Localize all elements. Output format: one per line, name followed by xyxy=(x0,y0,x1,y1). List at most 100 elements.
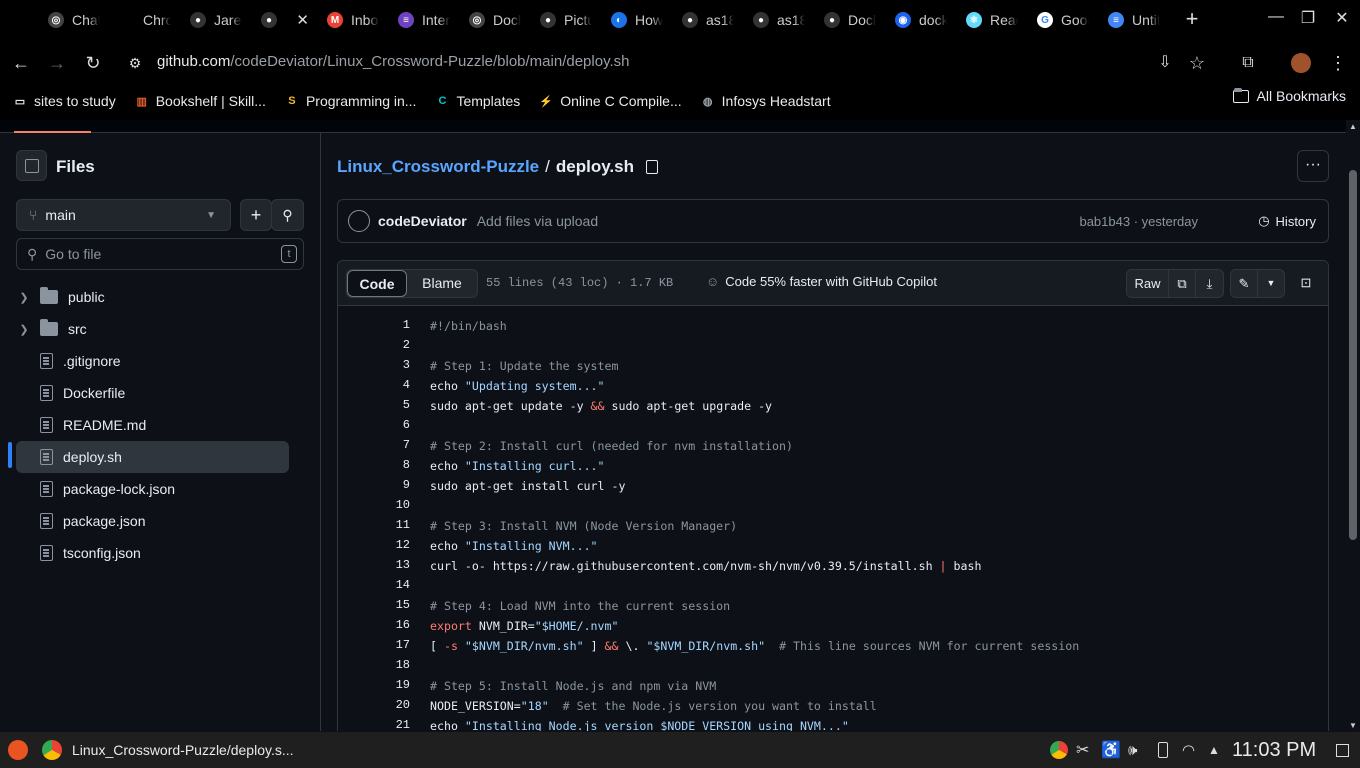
browser-tab[interactable]: ⚛ React xyxy=(956,0,1027,40)
browser-tab[interactable]: Chrome xyxy=(109,0,180,40)
address-bar[interactable]: github.com/codeDeviator/Linux_Crossword-… xyxy=(157,53,629,70)
browser-tab[interactable]: G Google xyxy=(1027,0,1098,40)
browser-tab[interactable]: ● Docker xyxy=(814,0,885,40)
line-number[interactable]: 1 xyxy=(338,318,410,332)
line-number[interactable]: 20 xyxy=(338,698,410,712)
line-number[interactable]: 9 xyxy=(338,478,410,492)
tree-file[interactable]: README.md xyxy=(16,409,289,441)
tray-chrome-icon[interactable] xyxy=(1050,741,1068,759)
bookmark-item[interactable]: C Templates xyxy=(434,93,520,109)
scroll-down-arrow[interactable]: ▼ xyxy=(1349,721,1357,730)
line-number[interactable]: 3 xyxy=(338,358,410,372)
all-bookmarks-button[interactable]: All Bookmarks xyxy=(1232,87,1346,104)
forward-icon[interactable]: → xyxy=(44,50,70,76)
line-number[interactable]: 2 xyxy=(338,338,410,352)
download-icon[interactable]: ⤓ xyxy=(1196,270,1223,297)
battery-icon[interactable] xyxy=(1158,742,1168,758)
extensions-icon[interactable]: ⧉ xyxy=(1235,50,1261,76)
search-button[interactable]: ⚲ xyxy=(271,199,304,231)
taskbar-window-title[interactable]: Linux_Crossword-Puzzle/deploy.s... xyxy=(72,742,294,758)
screenshot-tool-icon[interactable]: ✂ xyxy=(1076,740,1089,760)
repo-link[interactable]: Linux_Crossword-Puzzle xyxy=(337,157,539,177)
browser-tab[interactable]: ◉ docker xyxy=(885,0,956,40)
browser-tab[interactable]: ≡ Internshala xyxy=(388,0,459,40)
line-number[interactable]: 13 xyxy=(338,558,410,572)
commit-author[interactable]: codeDeviator xyxy=(378,213,467,229)
copy-path-icon[interactable] xyxy=(645,160,658,174)
page-scrollbar[interactable]: ▲ ▼ xyxy=(1346,120,1360,732)
site-info-icon[interactable]: ⚙ xyxy=(122,50,148,76)
install-app-icon[interactable]: ⇩ xyxy=(1152,50,1178,76)
browser-tab[interactable]: ● as18 xyxy=(672,0,743,40)
history-button[interactable]: ◷ History xyxy=(1258,213,1316,229)
tab-code[interactable]: Code xyxy=(347,270,407,297)
back-icon[interactable]: ← xyxy=(8,50,34,76)
chrome-taskbar-icon[interactable] xyxy=(42,740,62,760)
reload-icon[interactable]: ↻ xyxy=(80,50,106,76)
accessibility-icon[interactable]: ♿ xyxy=(1101,740,1121,760)
bookmark-item[interactable]: ▭ sites to study xyxy=(12,93,116,109)
bookmark-item[interactable]: ⚡ Online C Compile... xyxy=(538,93,681,109)
scrollbar-thumb[interactable] xyxy=(1349,170,1357,540)
tree-folder[interactable]: ❯ public xyxy=(16,281,289,313)
bookmark-item[interactable]: S Programming in... xyxy=(284,93,416,109)
tree-file[interactable]: tsconfig.json xyxy=(16,537,289,569)
close-tab-icon[interactable]: ✕ xyxy=(296,11,309,29)
chevron-right-icon[interactable]: ❯ xyxy=(16,291,32,304)
go-to-file-input[interactable]: ⚲ Go to file t xyxy=(16,238,304,270)
line-number[interactable]: 14 xyxy=(338,578,410,592)
line-number[interactable]: 5 xyxy=(338,398,410,412)
bookmark-item[interactable]: ▥ Bookshelf | Skill... xyxy=(134,93,266,109)
edit-dropdown-icon[interactable]: ▼ xyxy=(1258,270,1284,297)
branch-selector[interactable]: ⑂ main ▼ xyxy=(16,199,231,231)
close-window-button[interactable]: ✕ xyxy=(1330,8,1354,32)
browser-tab[interactable]: ◎ ChatGPT xyxy=(38,0,109,40)
copy-icon[interactable]: ⧉ xyxy=(1169,270,1196,297)
scroll-up-arrow[interactable]: ▲ xyxy=(1349,122,1357,131)
commit-message[interactable]: Add files via upload xyxy=(477,213,598,229)
tree-file[interactable]: deploy.sh xyxy=(16,441,289,473)
tree-file[interactable]: .gitignore xyxy=(16,345,289,377)
browser-tab[interactable]: ◐ How xyxy=(601,0,672,40)
line-number[interactable]: 16 xyxy=(338,618,410,632)
bookmark-star-icon[interactable]: ☆ xyxy=(1184,50,1210,76)
commit-meta[interactable]: bab1b43 · yesterday xyxy=(1079,214,1198,229)
collapse-sidebar-button[interactable] xyxy=(16,150,47,181)
chevron-right-icon[interactable]: ❯ xyxy=(16,323,32,336)
line-number[interactable]: 4 xyxy=(338,378,410,392)
line-number[interactable]: 21 xyxy=(338,718,410,731)
raw-button[interactable]: Raw xyxy=(1127,270,1169,297)
browser-tab[interactable]: ◎ Docker xyxy=(459,0,530,40)
line-number[interactable]: 18 xyxy=(338,658,410,672)
edit-pencil-icon[interactable]: ✎ xyxy=(1231,270,1258,297)
tray-expand-icon[interactable]: ▲ xyxy=(1208,743,1220,757)
copilot-promo[interactable]: ☺ Code 55% faster with GitHub Copilot xyxy=(706,274,937,289)
add-file-button[interactable]: + xyxy=(240,199,272,231)
menu-kebab-icon[interactable]: ⋮ xyxy=(1325,50,1351,76)
line-number[interactable]: 19 xyxy=(338,678,410,692)
minimize-button[interactable]: — xyxy=(1264,8,1288,32)
line-number[interactable]: 11 xyxy=(338,518,410,532)
tab-blame[interactable]: Blame xyxy=(407,270,477,297)
line-number[interactable]: 8 xyxy=(338,458,410,472)
browser-tab[interactable]: ● ✕ xyxy=(251,0,317,40)
clock[interactable]: 11:03 PM xyxy=(1232,739,1316,762)
browser-tab[interactable]: ● Jared xyxy=(180,0,251,40)
more-options-button[interactable]: ··· xyxy=(1297,150,1329,182)
line-number[interactable]: 6 xyxy=(338,418,410,432)
tree-file[interactable]: package-lock.json xyxy=(16,473,289,505)
line-number[interactable]: 17 xyxy=(338,638,410,652)
volume-icon[interactable]: 🕪 xyxy=(1128,742,1137,759)
symbols-panel-icon[interactable]: ⊡ xyxy=(1296,273,1316,293)
ubuntu-launcher-icon[interactable] xyxy=(8,740,28,760)
line-number[interactable]: 15 xyxy=(338,598,410,612)
line-number[interactable]: 7 xyxy=(338,438,410,452)
browser-tab[interactable]: ● as18 xyxy=(743,0,814,40)
tree-file[interactable]: Dockerfile xyxy=(16,377,289,409)
browser-tab[interactable]: M Inbox xyxy=(317,0,388,40)
show-desktop-icon[interactable] xyxy=(1336,743,1349,757)
browser-tab[interactable]: ≡ Untitled xyxy=(1098,0,1169,40)
maximize-button[interactable]: ❐ xyxy=(1296,8,1320,32)
bookmark-item[interactable]: ◍ Infosys Headstart xyxy=(700,93,831,109)
tree-file[interactable]: package.json xyxy=(16,505,289,537)
